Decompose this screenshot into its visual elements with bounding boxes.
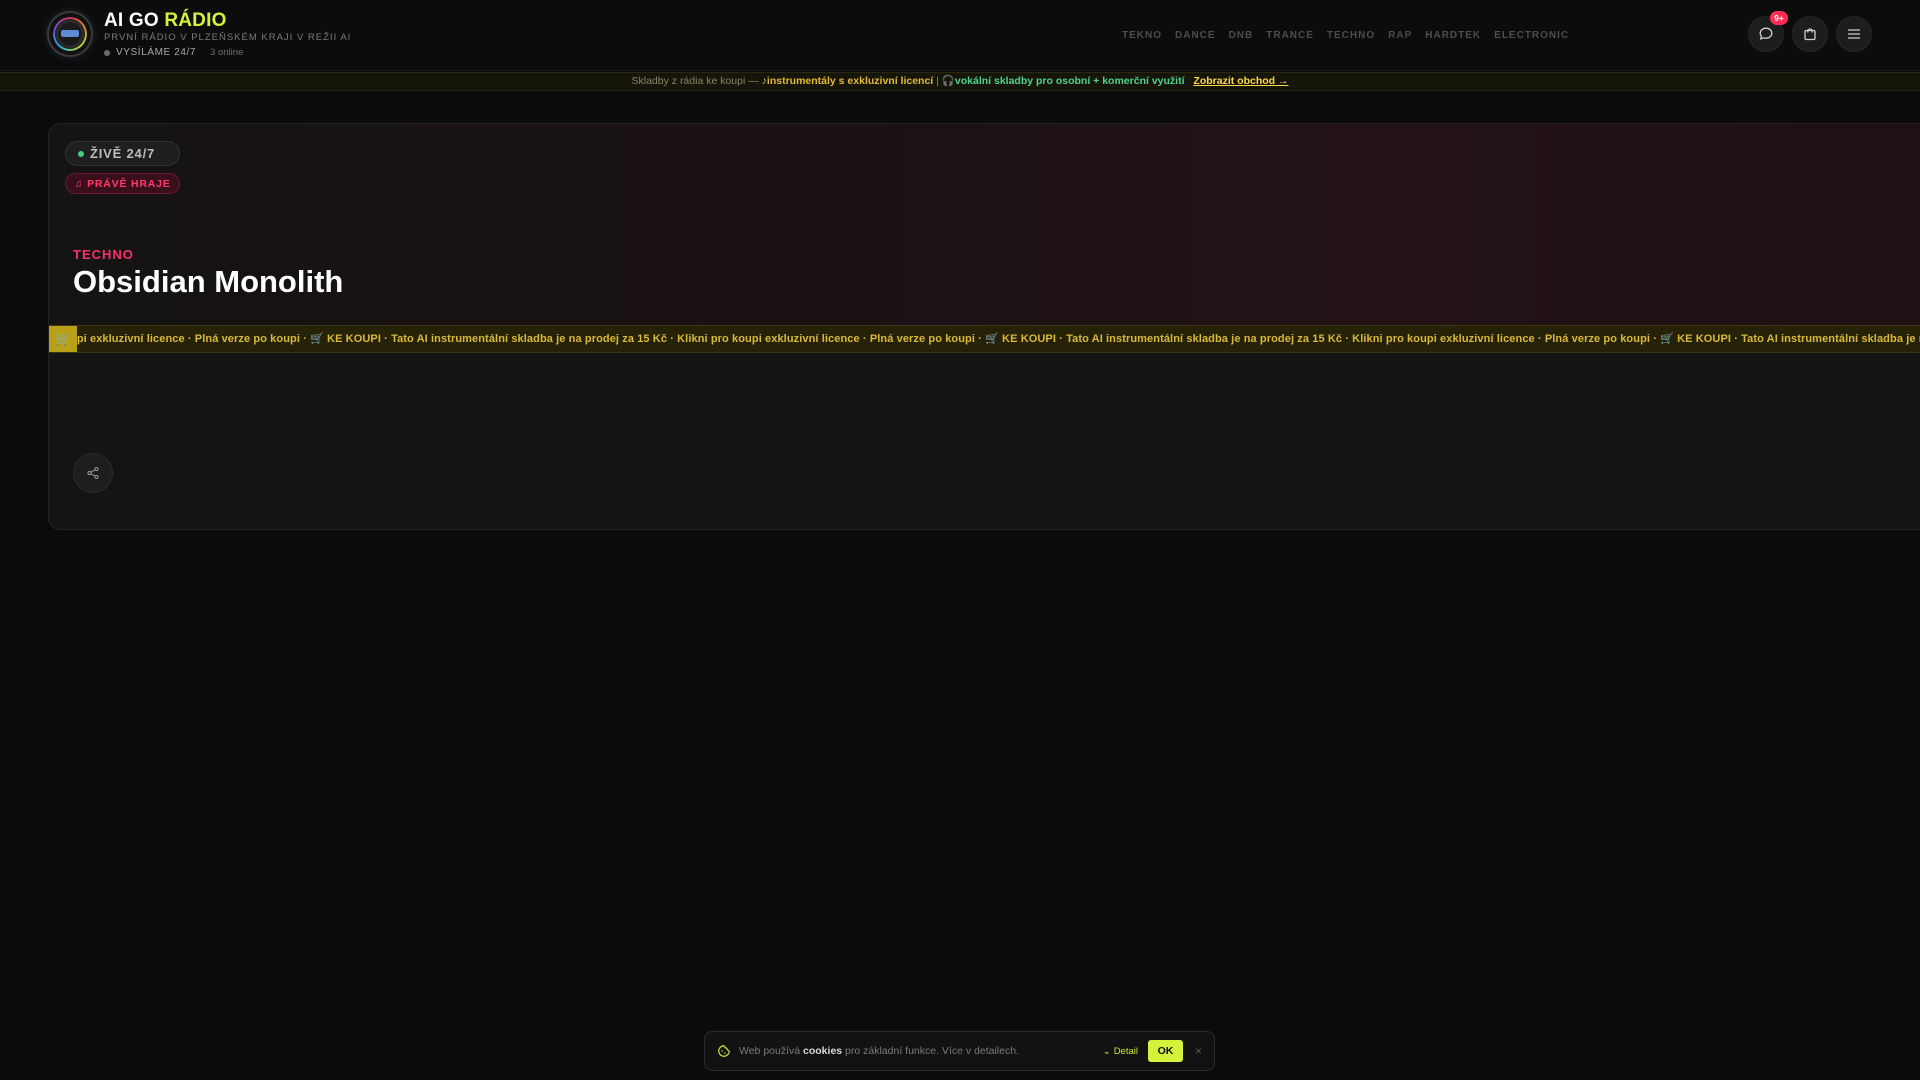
nav-item-techno[interactable]: TECHNO	[1327, 30, 1375, 41]
now-playing-badge: ♫ PRÁVĚ HRAJE	[65, 173, 180, 194]
hamburger-menu-icon	[1847, 29, 1861, 39]
live-badge: ŽIVĚ 24/7	[65, 141, 180, 166]
nav-item-dnb[interactable]: DNB	[1229, 30, 1254, 41]
sale-ticker[interactable]: 🛒 koupi exkluzivní licence · Plná verze …	[49, 325, 1920, 353]
chevron-down-icon: ⌄	[1102, 1045, 1111, 1057]
music-note-icon: ♫	[74, 177, 84, 190]
live-dot-icon	[78, 150, 84, 157]
nav-item-tekno[interactable]: TEKNO	[1122, 30, 1162, 41]
shopping-bag-icon	[1804, 28, 1816, 41]
nav-item-electronic[interactable]: ELECTRONIC	[1494, 30, 1569, 41]
headphones-icon: 🎧	[941, 75, 955, 87]
ticker-text: koupi exkluzivní licence · Plná verze po…	[57, 333, 1920, 345]
cookie-message: Web používá cookies pro základní funkce.…	[739, 1045, 1019, 1057]
promo-lead: Skladby z rádia ke koupi —	[631, 75, 759, 87]
online-count: 3 online	[210, 47, 244, 58]
nav-item-trance[interactable]: TRANCE	[1266, 30, 1314, 41]
cookie-text-bold: cookies	[803, 1045, 843, 1057]
chat-button[interactable]: 9+	[1748, 11, 1788, 52]
chat-badge: 9+	[1770, 11, 1788, 25]
cookie-detail-label: Detail	[1113, 1045, 1138, 1057]
status-label: VYSÍLÁME 24/7	[116, 47, 197, 58]
promo-vocal: vokální skladby pro osobní + komerční vy…	[954, 75, 1185, 87]
cookie-banner: Web používá cookies pro základní funkce.…	[704, 1031, 1215, 1071]
promo-instrumental: instrumentály s exkluzivní licencí	[766, 75, 934, 87]
brand-accent: RÁDIO	[164, 10, 227, 31]
status-dot-icon	[104, 49, 110, 56]
cookie-detail-button[interactable]: ⌄ Detail	[1103, 1046, 1138, 1057]
cookie-ok-button[interactable]: OK	[1147, 1040, 1183, 1062]
now-playing-label: PRÁVĚ HRAJE	[87, 177, 171, 190]
cart-icon: 🛒	[49, 326, 77, 352]
brand-name[interactable]: AI GO RÁDIO	[104, 10, 227, 32]
cookie-text-before: Web používá	[739, 1045, 801, 1057]
close-icon[interactable]: ×	[1195, 1044, 1202, 1058]
track-genre: TECHNO	[73, 247, 134, 262]
cookie-icon	[718, 1045, 730, 1057]
nav-item-rap[interactable]: RAP	[1388, 30, 1412, 41]
menu-button[interactable]	[1836, 16, 1872, 52]
track-title: Obsidian Monolith	[73, 264, 344, 299]
nav-item-hardtek[interactable]: HARDTEK	[1425, 30, 1481, 41]
broadcast-status: VYSÍLÁME 24/7 3 online	[104, 47, 243, 58]
genre-nav: TEKNO DANCE DNB TRANCE TECHNO RAP HARDTE…	[1122, 30, 1569, 41]
shop-link[interactable]: Zobrazit obchod →	[1193, 75, 1288, 87]
cookie-text-after: pro základní funkce. Více v detailech.	[845, 1045, 1019, 1057]
live-label: ŽIVĚ 24/7	[90, 146, 156, 161]
chat-bubble-icon	[1759, 27, 1773, 40]
promo-separator: |	[936, 75, 939, 87]
player-hero: ŽIVĚ 24/7 ♫ PRÁVĚ HRAJE TECHNO Obsidian …	[49, 124, 1920, 325]
shop-promo-bar: Skladby z rádia ke koupi — ♪instrumentál…	[0, 72, 1920, 91]
cart-button[interactable]	[1792, 16, 1828, 52]
brand-main: AI GO	[104, 10, 159, 31]
share-button[interactable]	[73, 453, 113, 493]
site-header: AI GO RÁDIO PRVNÍ RÁDIO V PLZEŇSKÉM KRAJ…	[0, 0, 1920, 71]
tagline: PRVNÍ RÁDIO V PLZEŇSKÉM KRAJI V REŽII AI	[104, 32, 352, 43]
now-playing-card: ŽIVĚ 24/7 ♫ PRÁVĚ HRAJE TECHNO Obsidian …	[48, 123, 1920, 530]
radio-logo[interactable]	[49, 13, 91, 55]
share-icon	[87, 466, 99, 480]
nav-item-dance[interactable]: DANCE	[1175, 30, 1216, 41]
